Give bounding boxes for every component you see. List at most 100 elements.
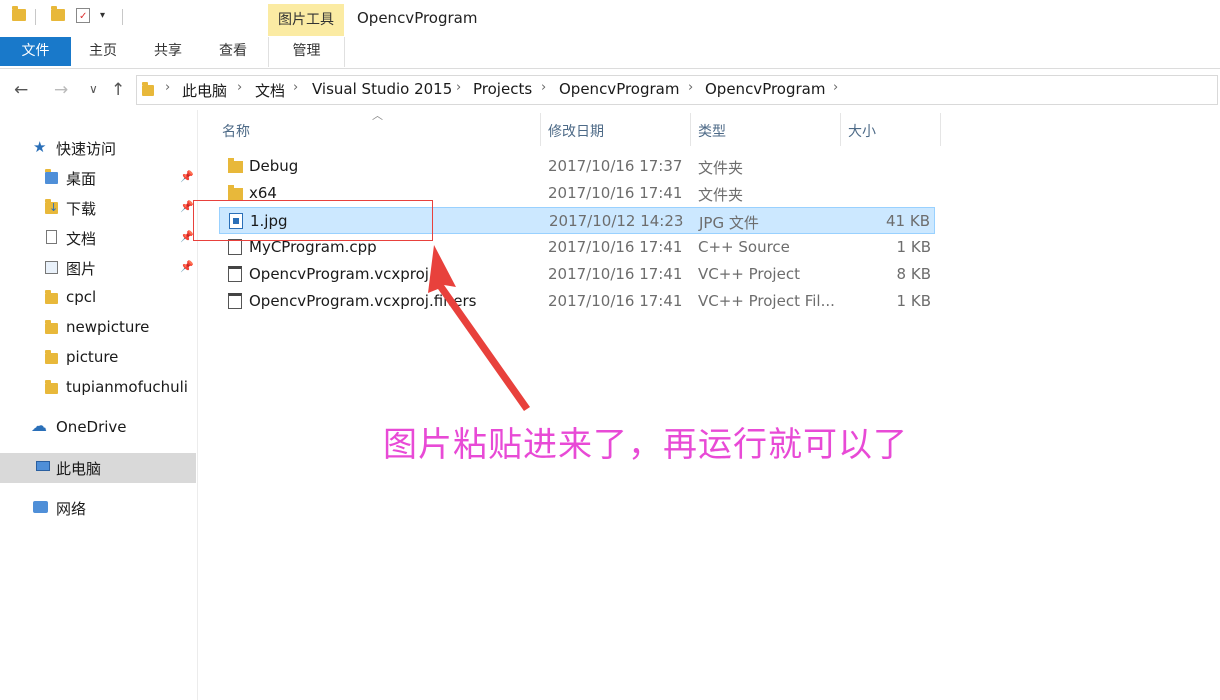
- file-row-vcxproj-filters[interactable]: OpencvProgram.vcxproj.filters 2017/10/16…: [219, 288, 935, 315]
- file-size: 1 KB: [896, 238, 931, 256]
- cpp-file-icon: [228, 239, 242, 255]
- file-date: 2017/10/16 17:41: [548, 238, 683, 256]
- customize-toolbar-icon[interactable]: ▾: [100, 10, 105, 21]
- file-date: 2017/10/16 17:41: [548, 292, 683, 310]
- pin-icon[interactable]: 📌: [180, 260, 194, 273]
- breadcrumb-opencvprogram-current[interactable]: OpencvProgram: [705, 80, 825, 98]
- navigation-pane-divider: [197, 110, 198, 700]
- column-header-size[interactable]: 大小: [848, 121, 876, 141]
- breadcrumb-chevron-icon[interactable]: ›: [541, 80, 546, 95]
- breadcrumb-visual-studio[interactable]: Visual Studio 2015: [312, 80, 452, 98]
- file-size: 1 KB: [896, 292, 931, 310]
- sidebar-item-label: OneDrive: [56, 418, 127, 436]
- breadcrumb-chevron-icon[interactable]: ›: [293, 80, 298, 95]
- sidebar-item-label: cpcl: [66, 288, 97, 306]
- breadcrumb-chevron-icon[interactable]: ›: [165, 80, 170, 95]
- file-date: 2017/10/16 17:41: [548, 265, 683, 283]
- breadcrumb-chevron-icon[interactable]: ›: [456, 80, 461, 95]
- sidebar-item-label: tupianmofuchuli: [66, 378, 188, 396]
- pin-icon[interactable]: 📌: [180, 170, 194, 183]
- computer-icon: [36, 461, 50, 471]
- column-header-name[interactable]: 名称: [222, 121, 250, 141]
- breadcrumb-chevron-icon[interactable]: ›: [237, 80, 242, 95]
- sidebar-item-picture[interactable]: picture: [0, 343, 196, 373]
- tab-share[interactable]: 共享: [145, 37, 191, 66]
- column-divider[interactable]: [690, 113, 691, 146]
- folder-icon: [228, 185, 243, 200]
- annotation-highlight-box: [193, 200, 433, 241]
- sidebar-item-downloads[interactable]: ↓ 下载 📌: [0, 193, 196, 223]
- breadcrumb-this-pc[interactable]: 此电脑: [182, 80, 227, 101]
- column-header-date[interactable]: 修改日期: [548, 121, 604, 141]
- pin-icon[interactable]: 📌: [180, 200, 194, 213]
- breadcrumb-projects[interactable]: Projects: [473, 80, 532, 98]
- file-size: 8 KB: [896, 265, 931, 283]
- sidebar-item-label: 桌面: [66, 170, 97, 188]
- tab-view[interactable]: 查看: [210, 37, 256, 66]
- window-title: OpencvProgram: [357, 9, 478, 27]
- column-divider[interactable]: [540, 113, 541, 146]
- folder-icon: [45, 380, 58, 394]
- up-arrow-icon[interactable]: ↑: [111, 80, 125, 100]
- download-arrow-icon: ↓: [49, 201, 59, 214]
- sidebar-item-tupianmofuchuli[interactable]: tupianmofuchuli: [0, 373, 196, 403]
- sidebar-item-quick-access[interactable]: ★ 快速访问: [0, 133, 196, 163]
- file-date: 2017/10/12 14:23: [549, 212, 684, 230]
- file-date: 2017/10/16 17:41: [548, 184, 683, 202]
- file-row-debug[interactable]: Debug 2017/10/16 17:37 文件夹: [219, 153, 935, 180]
- toolbar-divider: [35, 9, 36, 25]
- file-name: Debug: [249, 157, 299, 175]
- file-row-vcxproj[interactable]: OpencvProgram.vcxproj 2017/10/16 17:41 V…: [219, 261, 935, 288]
- folder-icon: [45, 350, 58, 364]
- sidebar-item-onedrive[interactable]: ☁ OneDrive: [0, 413, 196, 443]
- file-name: OpencvProgram.vcxproj: [249, 265, 429, 283]
- breadcrumb-chevron-icon[interactable]: ›: [688, 80, 693, 95]
- folder-icon: [228, 158, 243, 173]
- sidebar-item-label: picture: [66, 348, 119, 366]
- filters-file-icon: [228, 293, 242, 309]
- sidebar-item-desktop[interactable]: 桌面 📌: [0, 163, 196, 193]
- star-icon: ★: [33, 138, 47, 156]
- breadcrumb-chevron-icon[interactable]: ›: [833, 80, 838, 95]
- picture-tools-context-tab: 图片工具: [268, 4, 344, 36]
- folder-icon: [45, 290, 58, 304]
- sort-ascending-icon: ︿: [372, 109, 383, 122]
- column-divider[interactable]: [940, 113, 941, 146]
- column-header-type[interactable]: 类型: [698, 121, 726, 141]
- breadcrumb-documents[interactable]: 文档: [255, 80, 285, 101]
- file-date: 2017/10/16 17:37: [548, 157, 683, 175]
- recent-locations-chevron-icon[interactable]: ∨: [89, 82, 98, 96]
- cloud-icon: ☁: [31, 416, 47, 435]
- network-icon: [33, 501, 48, 513]
- tab-home[interactable]: 主页: [80, 37, 126, 66]
- column-divider[interactable]: [840, 113, 841, 146]
- sidebar-item-cpcl[interactable]: cpcl: [0, 283, 196, 313]
- address-folder-icon: [142, 82, 154, 96]
- pin-icon[interactable]: 📌: [180, 230, 194, 243]
- sidebar-item-label: 下载: [66, 200, 97, 218]
- file-type: VC++ Project Fil...: [698, 292, 835, 310]
- folder-icon: [12, 6, 26, 21]
- back-arrow-icon[interactable]: ←: [14, 80, 28, 100]
- file-type: JPG 文件: [699, 214, 759, 232]
- sidebar-item-label: newpicture: [66, 318, 150, 336]
- new-folder-icon[interactable]: [51, 6, 65, 21]
- annotation-arrow-icon: [428, 245, 530, 411]
- tab-file[interactable]: 文件: [0, 37, 71, 66]
- sidebar-item-pictures[interactable]: 图片 📌: [0, 253, 196, 283]
- sidebar-item-label: 网络: [56, 500, 87, 518]
- desktop-folder-icon: [45, 169, 58, 184]
- sidebar-item-newpicture[interactable]: newpicture: [0, 313, 196, 343]
- forward-arrow-icon[interactable]: →: [54, 80, 68, 100]
- properties-icon[interactable]: ✓: [76, 8, 90, 23]
- sidebar-item-label: 快速访问: [56, 140, 117, 158]
- sidebar-item-label: 图片: [66, 260, 97, 278]
- pictures-folder-icon: [45, 261, 58, 274]
- sidebar-item-network[interactable]: 网络: [0, 493, 196, 523]
- title-bar: [0, 0, 1220, 38]
- vcxproj-file-icon: [228, 266, 242, 282]
- tab-manage[interactable]: 管理: [268, 37, 345, 67]
- sidebar-item-documents[interactable]: 文档 📌: [0, 223, 196, 253]
- sidebar-item-this-pc[interactable]: 此电脑: [0, 453, 196, 483]
- breadcrumb-opencvprogram-parent[interactable]: OpencvProgram: [559, 80, 679, 98]
